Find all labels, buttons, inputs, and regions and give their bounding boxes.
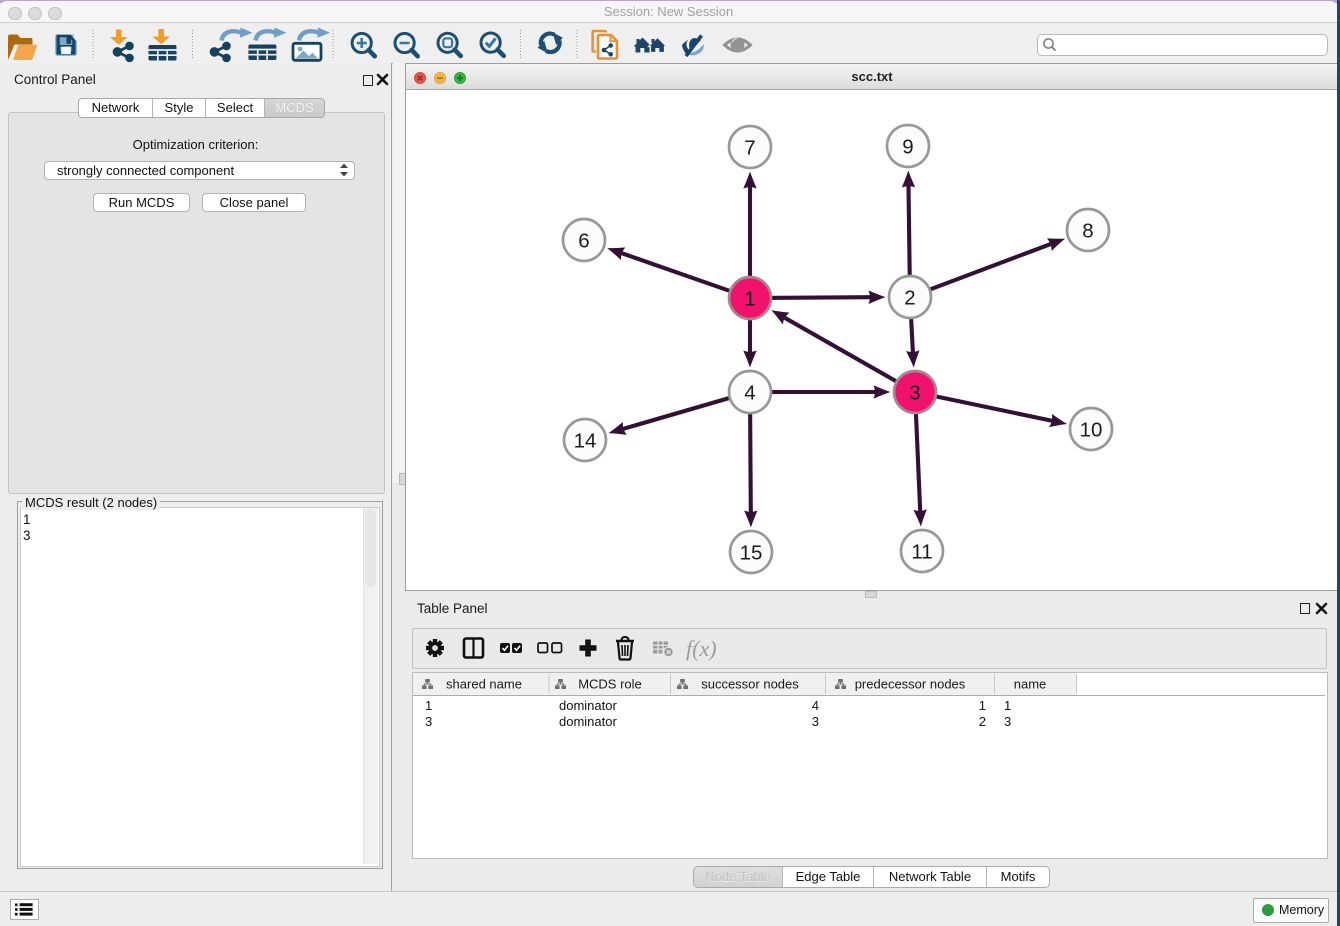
svg-text:dominator: dominator [559,714,617,729]
svg-text:4: 4 [812,698,819,713]
svg-text:4: 4 [744,381,755,404]
svg-text:successor nodes: successor nodes [701,677,799,692]
svg-text:11: 11 [911,540,932,563]
svg-text:6: 6 [578,229,589,252]
svg-text:1: 1 [979,698,986,713]
svg-text:3: 3 [812,714,819,729]
svg-text:8: 8 [1082,219,1093,242]
svg-text:10: 10 [1080,418,1103,441]
svg-text:9: 9 [902,135,913,158]
svg-text:15: 15 [740,541,763,564]
svg-text:MCDS role: MCDS role [578,677,642,692]
svg-text:3: 3 [1004,714,1011,729]
svg-text:14: 14 [574,429,597,452]
svg-text:1: 1 [425,698,432,713]
svg-text:predecessor nodes: predecessor nodes [855,677,966,692]
svg-text:name: name [1014,677,1047,692]
svg-text:2: 2 [904,286,915,309]
svg-text:2: 2 [979,714,986,729]
svg-text:1: 1 [1004,698,1011,713]
svg-text:1: 1 [744,287,755,310]
svg-text:f(x): f(x) [686,636,717,661]
svg-text:3: 3 [425,714,432,729]
svg-text:7: 7 [744,136,755,159]
svg-text:shared name: shared name [446,677,522,692]
svg-text:dominator: dominator [559,698,617,713]
svg-text:3: 3 [909,381,920,404]
